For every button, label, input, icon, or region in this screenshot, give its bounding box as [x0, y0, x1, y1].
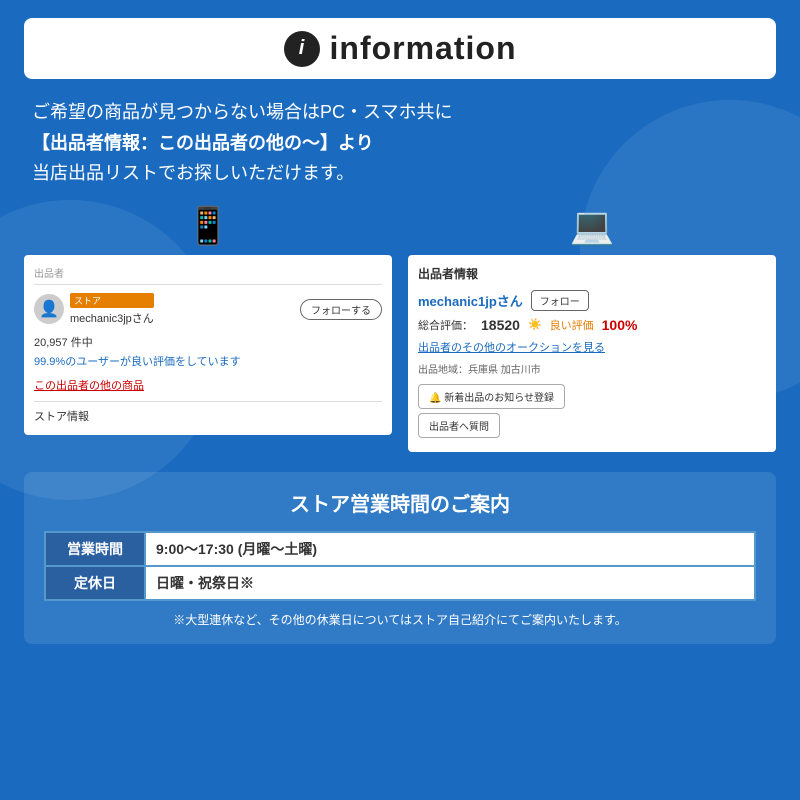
mobile-col: 📱 出品者 👤 ストア mechanic3jpさん フォローする 20,957 … — [24, 205, 392, 452]
hours-label: 営業時間 — [45, 532, 145, 566]
rating-num: 18520 — [481, 317, 520, 333]
mobile-seller-name: mechanic3jpさん — [70, 313, 154, 325]
pc-seller-name: mechanic1jpさん — [418, 291, 523, 310]
other-items-link[interactable]: この出品者の他の商品 — [34, 377, 382, 393]
hours-value: 9:00〜17:30 (月曜〜土曜) — [145, 532, 755, 566]
main-text-line1: ご希望の商品が見つからない場合はPC・スマホ共に — [32, 97, 768, 128]
table-row: 定休日 日曜・祝祭日※ — [45, 566, 755, 600]
mobile-follow-button[interactable]: フォローする — [300, 299, 382, 320]
question-button[interactable]: 出品者へ質問 — [418, 413, 500, 438]
pc-screenshot: 出品者情報 mechanic1jpさん フォロー 総合評価： 18520 ☀️ … — [408, 255, 776, 452]
auction-link[interactable]: 出品者のその他のオークションを見る — [418, 339, 766, 355]
rating-label: 総合評価： — [418, 317, 473, 333]
pc-rating-row: 総合評価： 18520 ☀️ 良い評価 100% — [418, 317, 766, 333]
good-rating-label: 良い評価 — [550, 317, 594, 333]
store-badge: ストア — [70, 293, 154, 308]
business-title: ストア営業時間のご案内 — [44, 488, 756, 517]
good-rating-icon: ☀️ — [528, 318, 542, 331]
avatar: 👤 — [34, 294, 64, 324]
holiday-label: 定休日 — [45, 566, 145, 600]
page-title: information — [330, 30, 517, 67]
main-description: ご希望の商品が見つからない場合はPC・スマホ共に 【出品者情報：この出品者の他の… — [24, 97, 776, 189]
main-container: i information ご希望の商品が見つからない場合はPC・スマホ共に 【… — [0, 0, 800, 662]
review-pct: 99.9%のユーザーが良い評価をしています — [34, 353, 382, 369]
holiday-value: 日曜・祝祭日※ — [145, 566, 755, 600]
header-box: i information — [24, 18, 776, 79]
table-row: 営業時間 9:00〜17:30 (月曜〜土曜) — [45, 532, 755, 566]
business-note: ※大型連休など、その他の休業日についてはストア自己紹介にてご案内いたします。 — [44, 611, 756, 628]
location-row: 出品地域：兵庫県 加古川市 — [418, 361, 766, 376]
computer-icon: 💻 — [570, 205, 615, 247]
info-icon: i — [284, 31, 320, 67]
rating-pct: 100% — [602, 317, 638, 333]
pc-col: 💻 出品者情報 mechanic1jpさん フォロー 総合評価： 18520 ☀… — [408, 205, 776, 452]
pc-seller-row: mechanic1jpさん フォロー — [418, 290, 766, 311]
business-section: ストア営業時間のご案内 営業時間 9:00〜17:30 (月曜〜土曜) 定休日 … — [24, 472, 776, 644]
main-text-line3: 当店出品リストでお探しいただけます。 — [32, 158, 768, 189]
screenshots-section: 📱 出品者 👤 ストア mechanic3jpさん フォローする 20,957 … — [24, 205, 776, 452]
mobile-seller-row: 👤 ストア mechanic3jpさん フォローする — [34, 293, 382, 326]
pc-follow-button[interactable]: フォロー — [531, 290, 589, 311]
seller-left: 👤 ストア mechanic3jpさん — [34, 293, 154, 326]
mobile-section-label: 出品者 — [34, 265, 382, 285]
store-info-link[interactable]: ストア情報 — [34, 401, 382, 424]
smartphone-icon: 📱 — [186, 205, 231, 247]
review-count: 20,957 件中 — [34, 334, 382, 350]
main-text-line2: 【出品者情報：この出品者の他の〜】より — [32, 128, 768, 159]
mobile-screenshot: 出品者 👤 ストア mechanic3jpさん フォローする 20,957 件中… — [24, 255, 392, 435]
hours-table: 営業時間 9:00〜17:30 (月曜〜土曜) 定休日 日曜・祝祭日※ — [44, 531, 756, 601]
seller-info: ストア mechanic3jpさん — [70, 293, 154, 326]
pc-section-label: 出品者情報 — [418, 265, 766, 282]
new-items-button[interactable]: 🔔 新着出品のお知らせ登録 — [418, 384, 565, 409]
